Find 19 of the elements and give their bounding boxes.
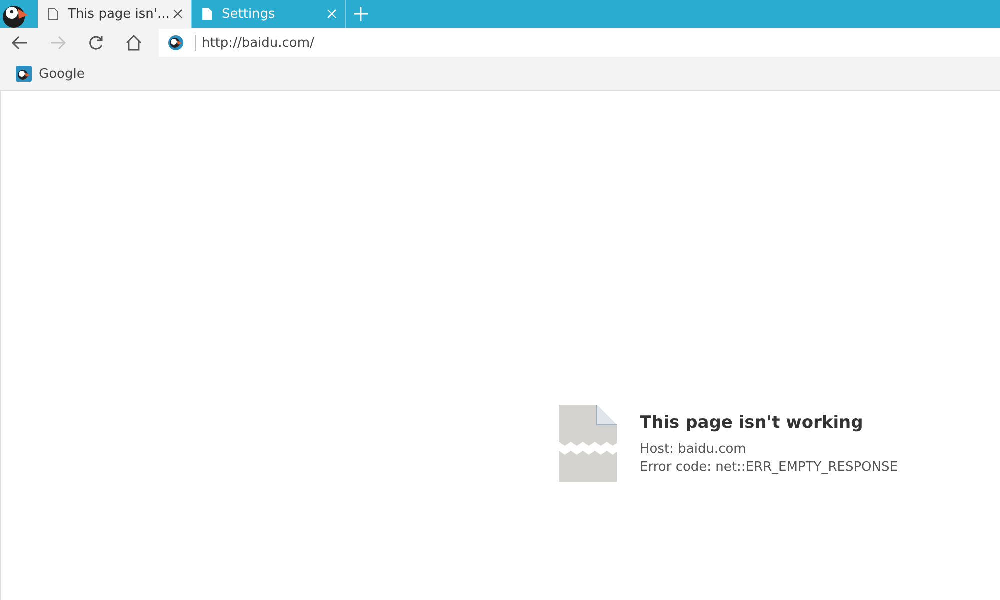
error-host: Host: baidu.com	[640, 441, 748, 459]
address-bar[interactable]: http://baidu.com/	[159, 29, 1000, 57]
close-icon[interactable]	[173, 9, 183, 19]
browser-tab[interactable]: This page isn'...	[38, 0, 192, 28]
bookmark-link[interactable]: Google	[16, 66, 85, 82]
page-icon	[48, 8, 58, 20]
new-tab-plus-icon[interactable]	[354, 7, 368, 21]
error-code: Error code: net::ERR_EMPTY_RESPONSE	[640, 459, 898, 477]
broken-page-icon	[559, 405, 617, 482]
error-title: This page isn't working	[640, 413, 864, 433]
puffin-logo-icon	[168, 35, 184, 51]
page-icon	[202, 8, 212, 20]
back-arrow-icon[interactable]	[11, 34, 29, 52]
reload-icon[interactable]	[87, 34, 105, 52]
tab-title: This page isn'...	[68, 6, 171, 22]
tab-title: Settings	[222, 6, 276, 22]
puffin-logo-icon	[16, 66, 32, 82]
url-text: http://baidu.com/	[202, 36, 314, 50]
home-icon[interactable]	[125, 34, 143, 52]
